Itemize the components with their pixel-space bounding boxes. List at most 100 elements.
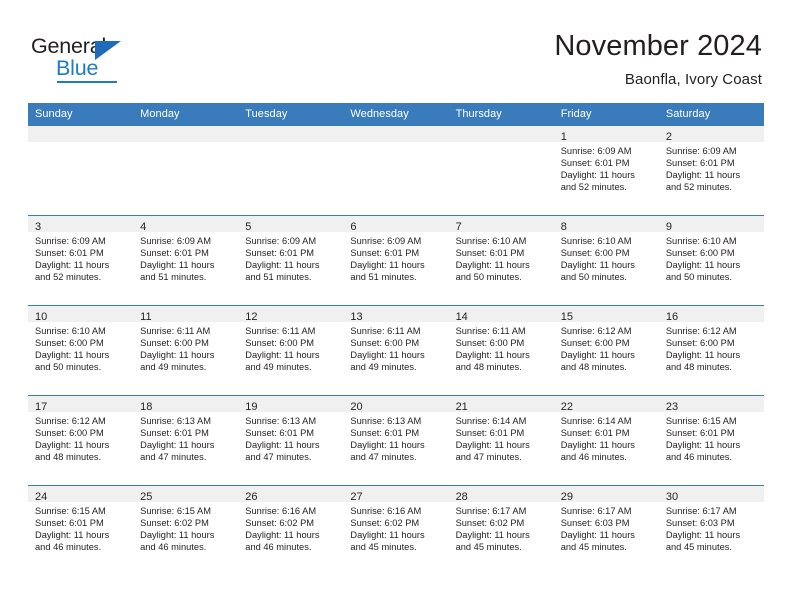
day-number-band: 20 [343,396,449,413]
day-number: 23 [665,401,679,413]
calendar-day-cell[interactable]: 7 Sunrise: 6:10 AM Sunset: 6:01 PM Daylight… [448,215,554,306]
day-detail-line: Sunrise: 6:12 AM [560,326,632,336]
day-detail-line: and 50 minutes. [35,362,102,373]
day-details: Sunrise: 6:17 AM Sunset: 6:03 PM Daylight:… [659,502,764,553]
day-detail-line: Sunrise: 6:15 AM [140,506,211,516]
day-detail-line: Sunrise: 6:11 AM [455,326,526,336]
day-detail-line: Daylight: 11 hours [140,350,215,361]
calendar-day-cell[interactable]: 4 Sunrise: 6:09 AM Sunset: 6:01 PM Daylight… [133,215,239,306]
calendar-day-cell[interactable]: 15 Sunrise: 6:12 AM Sunset: 6:00 PM Dayligh… [553,305,659,396]
calendar-day-cell[interactable]: 6 Sunrise: 6:09 AM Sunset: 6:01 PM Daylight… [343,215,449,306]
day-detail-line: Daylight: 11 hours [665,530,741,541]
day-number: 19 [245,401,258,413]
day-number-band: 18 [133,396,239,413]
day-detail-line: Daylight: 11 hours [35,260,110,271]
calendar-day-cell[interactable]: 27 Sunrise: 6:16 AM Sunset: 6:02 PM Dayligh… [343,485,449,576]
calendar-day-cell[interactable]: 1 Sunrise: 6:09 AM Sunset: 6:01 PM Daylight… [553,125,659,216]
calendar-day-cell[interactable]: 19 Sunrise: 6:13 AM Sunset: 6:01 PM Dayligh… [238,395,344,486]
calendar-day-cell[interactable]: 3 Sunrise: 6:09 AM Sunset: 6:01 PM Daylight… [28,215,134,306]
day-detail-line: Sunrise: 6:17 AM [455,506,527,516]
calendar-day-cell[interactable]: 25 Sunrise: 6:15 AM Sunset: 6:02 PM Dayligh… [133,485,239,576]
day-number-band: 12 [238,306,344,323]
day-details: Sunrise: 6:17 AM Sunset: 6:02 PM Daylight:… [449,502,554,553]
calendar-day-cell[interactable]: 8 Sunrise: 6:10 AM Sunset: 6:00 PM Daylight… [553,215,659,306]
day-number: 20 [350,401,363,413]
day-number: 4 [140,221,147,233]
calendar-day-cell[interactable]: 5 Sunrise: 6:09 AM Sunset: 6:01 PM Daylight… [238,215,344,306]
day-number: 30 [665,491,679,503]
day-details: Sunrise: 6:17 AM Sunset: 6:03 PM Daylight:… [554,502,659,553]
day-detail-line: Daylight: 11 hours [350,440,425,451]
day-detail-line: Daylight: 11 hours [245,530,320,541]
day-detail-line: and 45 minutes. [350,542,417,553]
weekday-header-monday: Monday [133,103,239,126]
calendar-day-cell[interactable]: 18 Sunrise: 6:13 AM Sunset: 6:01 PM Dayligh… [133,395,239,486]
calendar-week-row: 10 Sunrise: 6:10 AM Sunset: 6:00 PM Dayligh… [28,305,764,396]
weekday-header-tuesday: Tuesday [238,103,344,126]
calendar-day-cell[interactable]: 2 Sunrise: 6:09 AM Sunset: 6:01 PM Daylight… [658,125,764,216]
title-block: November 2024 Baonfla, Ivory Coast [554,30,762,88]
triangle-icon [95,41,121,60]
day-number-band [133,126,239,142]
day-detail-line: Sunrise: 6:09 AM [350,236,422,246]
day-detail-line: Sunrise: 6:14 AM [560,416,632,426]
calendar-day-cell[interactable]: 26 Sunrise: 6:16 AM Sunset: 6:02 PM Dayligh… [238,485,344,576]
calendar-day-cell[interactable]: 12 Sunrise: 6:11 AM Sunset: 6:00 PM Dayligh… [238,305,344,396]
calendar-day-cell[interactable]: 29 Sunrise: 6:17 AM Sunset: 6:03 PM Dayligh… [553,485,659,576]
calendar-day-cell[interactable]: 11 Sunrise: 6:11 AM Sunset: 6:00 PM Dayligh… [133,305,239,396]
calendar-day-cell-empty [133,125,239,216]
day-detail-line: Sunset: 6:01 PM [665,428,735,439]
day-detail-line: Sunrise: 6:09 AM [665,146,737,156]
calendar-day-cell[interactable]: 9 Sunrise: 6:10 AM Sunset: 6:00 PM Daylight… [658,215,764,306]
calendar-day-cell[interactable]: 17 Sunrise: 6:12 AM Sunset: 6:00 PM Dayligh… [28,395,134,486]
day-detail-line: and 48 minutes. [455,362,522,373]
day-detail-line: Sunset: 6:01 PM [560,158,630,169]
day-detail-line: and 46 minutes. [245,542,312,553]
day-detail-line: Sunset: 6:01 PM [140,248,209,259]
page-title: November 2024 [554,30,762,62]
calendar-day-cell[interactable]: 10 Sunrise: 6:10 AM Sunset: 6:00 PM Dayligh… [28,305,134,396]
calendar-day-cell[interactable]: 22 Sunrise: 6:14 AM Sunset: 6:01 PM Dayligh… [553,395,659,486]
calendar-day-cell[interactable]: 20 Sunrise: 6:13 AM Sunset: 6:01 PM Dayligh… [343,395,449,486]
calendar-day-cell[interactable]: 13 Sunrise: 6:11 AM Sunset: 6:00 PM Dayligh… [343,305,449,396]
day-number: 25 [140,491,153,503]
day-detail-line: and 52 minutes. [560,182,627,193]
calendar-day-cell[interactable]: 23 Sunrise: 6:15 AM Sunset: 6:01 PM Dayligh… [658,395,764,486]
day-number: 13 [350,311,363,323]
day-detail-line: Sunset: 6:00 PM [665,338,735,349]
day-detail-line: and 51 minutes. [245,272,312,283]
day-number-band: 28 [448,486,554,503]
day-details: Sunrise: 6:12 AM Sunset: 6:00 PM Daylight:… [554,322,659,373]
sunrise-sunset-calendar: Sunday Monday Tuesday Wednesday Thursday Frid… [28,103,764,576]
calendar-day-cell[interactable]: 24 Sunrise: 6:15 AM Sunset: 6:01 PM Dayligh… [28,485,134,576]
day-detail-line: Daylight: 11 hours [350,260,425,271]
day-number: 7 [455,221,462,233]
calendar-day-cell[interactable]: 28 Sunrise: 6:17 AM Sunset: 6:02 PM Dayligh… [448,485,554,576]
calendar-day-cell[interactable]: 30 Sunrise: 6:17 AM Sunset: 6:03 PM Dayligh… [658,485,764,576]
calendar-day-cell[interactable]: 16 Sunrise: 6:12 AM Sunset: 6:00 PM Dayligh… [658,305,764,396]
day-detail-line: Sunrise: 6:11 AM [140,326,211,336]
day-details: Sunrise: 6:11 AM Sunset: 6:00 PM Daylight:… [343,322,448,373]
day-number-band: 30 [658,486,764,503]
day-detail-line: and 50 minutes. [455,272,522,283]
day-detail-line: Sunrise: 6:17 AM [560,506,632,516]
calendar-day-cell[interactable]: 21 Sunrise: 6:14 AM Sunset: 6:01 PM Dayligh… [448,395,554,486]
day-detail-line: and 46 minutes. [140,542,207,553]
day-detail-line: Daylight: 11 hours [35,530,110,541]
day-number-band: 9 [658,216,764,233]
day-detail-line: Sunrise: 6:15 AM [665,416,737,426]
day-detail-line: Daylight: 11 hours [665,170,741,181]
weekday-header-wednesday: Wednesday [343,103,449,126]
day-detail-line: Sunrise: 6:10 AM [455,236,527,246]
calendar-day-cell-empty [448,125,554,216]
day-number-band [343,126,449,142]
day-number: 6 [350,221,357,233]
general-blue-logo: General Blue [31,35,151,84]
day-detail-line: and 51 minutes. [350,272,417,283]
calendar-day-cell[interactable]: 14 Sunrise: 6:11 AM Sunset: 6:00 PM Dayligh… [448,305,554,396]
day-details: Sunrise: 6:14 AM Sunset: 6:01 PM Daylight:… [449,412,554,463]
weekday-header-sunday: Sunday [28,103,134,126]
day-detail-line: Sunset: 6:01 PM [560,428,630,439]
day-number: 22 [560,401,573,413]
day-detail-line: Sunrise: 6:12 AM [665,326,737,336]
